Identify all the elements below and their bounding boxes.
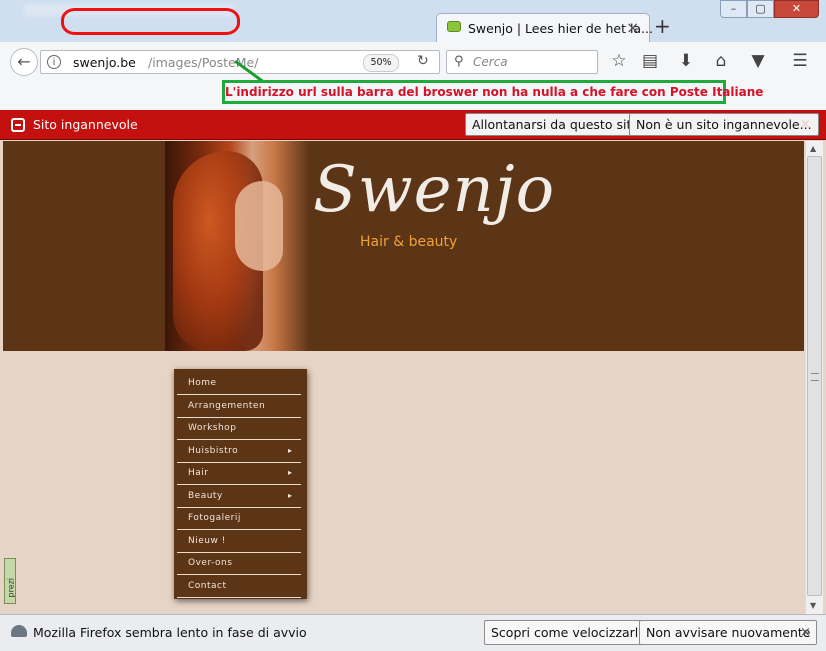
back-arrow-icon[interactable]: ← bbox=[10, 48, 38, 76]
notification-bar: Mozilla Firefox sembra lento in fase di … bbox=[0, 614, 826, 651]
active-tab[interactable]: Swenjo | Lees hier de het la... × bbox=[436, 13, 653, 43]
menu-item-label: Over-ons bbox=[188, 558, 233, 568]
speed-up-button[interactable]: Scopri come velocizzarlo bbox=[484, 620, 653, 645]
site-tagline: Hair & beauty bbox=[360, 234, 458, 250]
scroll-grip bbox=[811, 373, 819, 381]
menu-item-label: Hair bbox=[188, 468, 209, 478]
scroll-down-icon[interactable]: ▼ bbox=[810, 601, 816, 610]
speech-bubble-icon bbox=[447, 21, 461, 32]
turtle-icon bbox=[11, 625, 27, 637]
menu-item[interactable]: Home bbox=[177, 373, 301, 395]
scroll-thumb[interactable] bbox=[807, 156, 822, 596]
submenu-arrow-icon: ▸ bbox=[287, 490, 292, 500]
reading-list-icon[interactable]: ▤ bbox=[639, 51, 661, 71]
pocket-icon[interactable]: ▼ bbox=[747, 51, 769, 71]
dont-remind-button[interactable]: Non avvisare nuovamente bbox=[639, 620, 818, 645]
menu-item-label: Arrangementen bbox=[188, 400, 266, 411]
bookmark-star-icon[interactable]: ☆ bbox=[608, 51, 630, 71]
blocked-site-icon bbox=[11, 118, 25, 132]
menu-item-label: Nieuw ! bbox=[188, 535, 226, 546]
search-icon: ⚲ bbox=[454, 54, 464, 69]
menu-item[interactable]: Huisbistro ▸ bbox=[177, 441, 301, 463]
menu-item-label: Fotogalerij bbox=[188, 513, 241, 523]
info-icon[interactable]: i bbox=[47, 55, 61, 69]
deceptive-site-bar: Sito ingannevole Allontanarsi da questo … bbox=[0, 110, 826, 140]
site-menu: Home Arrangementen Workshop Huisbistro ▸ Hair… bbox=[174, 369, 307, 599]
menu-item[interactable]: Over-ons bbox=[177, 553, 301, 575]
page-content: Swenjo Hair & beauty Home Arrangementen Wo… bbox=[3, 141, 804, 614]
menu-item-label: Home bbox=[188, 378, 217, 388]
menu-item[interactable]: Contact bbox=[177, 576, 301, 598]
hero-face-shape bbox=[235, 181, 283, 271]
site-logo[interactable]: Swenjo bbox=[313, 153, 555, 227]
scroll-up-icon[interactable]: ▲ bbox=[810, 144, 816, 153]
menu-item[interactable]: Beauty ▸ bbox=[177, 486, 301, 508]
close-window-button[interactable]: ✕ bbox=[774, 0, 819, 18]
menu-item-label: Huisbistro bbox=[188, 445, 239, 456]
vertical-scrollbar[interactable]: ▲ ▼ bbox=[805, 141, 823, 614]
menu-item[interactable]: Hair ▸ bbox=[177, 463, 301, 485]
search-placeholder: Cerca bbox=[473, 55, 508, 69]
zoom-indicator[interactable]: 50% bbox=[363, 54, 399, 72]
prezi-side-tab[interactable]: prezi bbox=[4, 558, 16, 604]
not-deceptive-button[interactable]: Non è un sito ingannevole... bbox=[629, 113, 819, 136]
close-icon[interactable]: × bbox=[800, 117, 811, 132]
search-bar[interactable]: ⚲ Cerca bbox=[446, 50, 598, 74]
maximize-button[interactable]: ▢ bbox=[747, 0, 774, 18]
side-tab-label: prezi bbox=[6, 577, 16, 598]
hamburger-menu-icon[interactable]: ☰ bbox=[789, 51, 811, 71]
menu-item[interactable]: Workshop bbox=[177, 418, 301, 440]
url-host: swenjo.be bbox=[73, 55, 136, 70]
menu-item-label: Contact bbox=[188, 580, 227, 591]
home-icon[interactable]: ⌂ bbox=[710, 51, 732, 71]
reload-icon[interactable]: ↻ bbox=[417, 53, 429, 69]
annotation-callout: L'indirizzo url sulla barra del broswer … bbox=[222, 80, 763, 104]
menu-item-label: Beauty bbox=[188, 490, 223, 501]
menu-item[interactable]: Arrangementen bbox=[177, 396, 301, 418]
url-highlight-oval bbox=[61, 8, 240, 35]
minimize-button[interactable]: – bbox=[720, 0, 747, 18]
close-icon[interactable]: × bbox=[800, 625, 811, 640]
tab-close-icon[interactable]: × bbox=[626, 18, 639, 37]
notification-text: Mozilla Firefox sembra lento in fase di … bbox=[33, 625, 307, 640]
download-icon[interactable]: ⬇ bbox=[675, 51, 697, 71]
new-tab-button[interactable]: + bbox=[654, 14, 671, 38]
menu-item[interactable]: Nieuw ! bbox=[177, 531, 301, 553]
menu-item[interactable]: Fotogalerij bbox=[177, 508, 301, 530]
menu-item-label: Workshop bbox=[188, 423, 237, 433]
submenu-arrow-icon: ▸ bbox=[287, 445, 292, 455]
deceptive-site-label: Sito ingannevole bbox=[33, 117, 138, 132]
leave-site-button[interactable]: Allontanarsi da questo sito bbox=[465, 113, 646, 136]
site-header: Swenjo Hair & beauty bbox=[3, 141, 804, 351]
submenu-arrow-icon: ▸ bbox=[287, 468, 292, 477]
